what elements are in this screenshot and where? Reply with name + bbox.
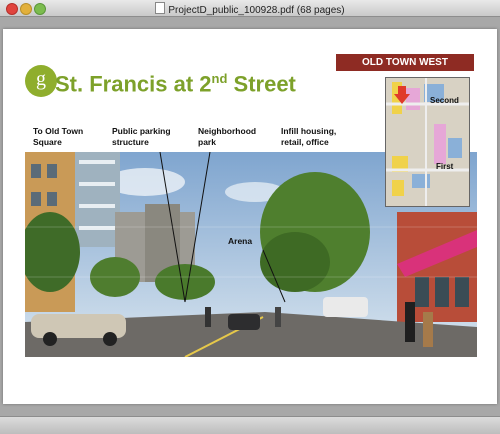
slide-title: St. Francis at 2nd Street (55, 71, 296, 97)
label-infill-line1: Infill housing, (281, 126, 337, 136)
label-park: Neighborhood park (198, 126, 256, 148)
map-label-first: First (436, 162, 454, 171)
label-parking-line1: Public parking (112, 126, 171, 136)
label-parking: Public parking structure (112, 126, 171, 148)
pdf-page: g St. Francis at 2nd Street OLD TOWN WES… (3, 29, 497, 404)
label-old-town: To Old Town Square (33, 126, 83, 148)
title-superscript: nd (211, 71, 228, 86)
label-infill-line2: retail, office (281, 137, 329, 147)
label-old-town-line1: To Old Town (33, 126, 84, 136)
map-label-second: Second (430, 96, 459, 105)
district-map: Second First (385, 77, 470, 207)
district-badge: OLD TOWN WEST (336, 54, 474, 71)
label-arena: Arena (228, 236, 253, 246)
window-title: ProjectD_public_100928.pdf (68 pages) (168, 5, 345, 16)
title-end: Street (227, 71, 296, 97)
label-infill: Infill housing, retail, office (281, 126, 336, 148)
logo-mark: g (25, 65, 57, 97)
pdf-document-icon (155, 2, 166, 14)
label-park-line1: Neighborhood (198, 126, 257, 136)
window-bottom-bar (0, 416, 500, 434)
label-old-town-line2: Square (33, 137, 62, 147)
label-park-line2: park (198, 137, 216, 147)
label-parking-line2: structure (112, 137, 149, 147)
window-titlebar: ProjectD_public_100928.pdf (68 pages) (0, 0, 500, 17)
title-main: St. Francis at 2 (55, 71, 212, 97)
window-title-wrap: ProjectD_public_100928.pdf (68 pages) (0, 2, 500, 16)
